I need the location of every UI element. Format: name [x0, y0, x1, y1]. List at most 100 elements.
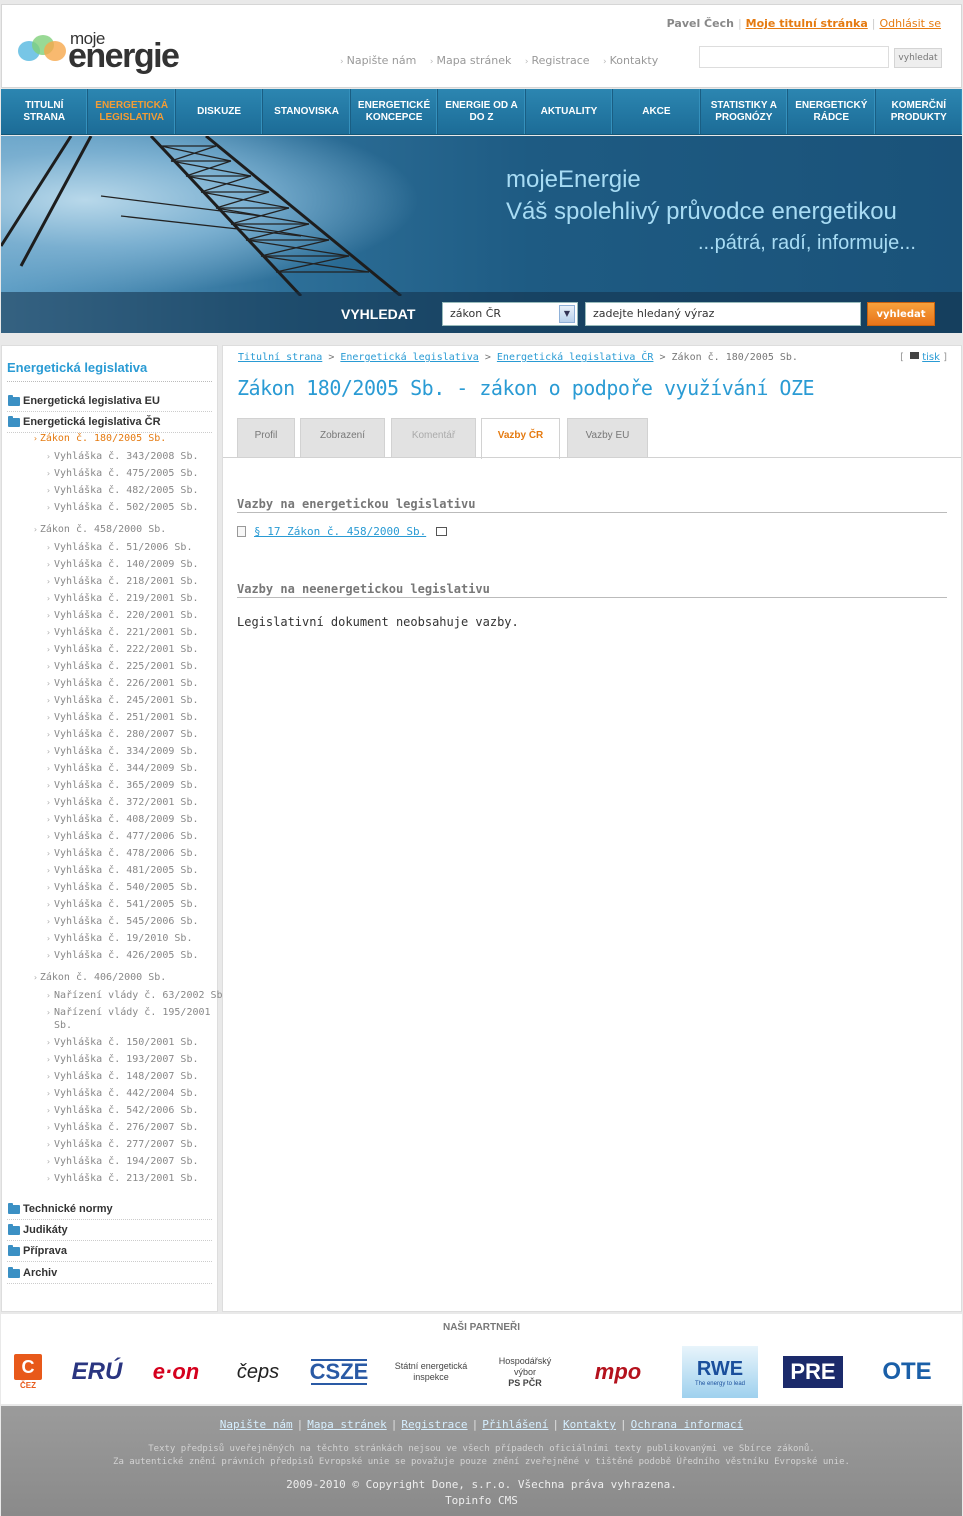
- sidebar-sublaw-item[interactable]: › Vyhláška č. 218/2001 Sb.: [46, 575, 199, 588]
- nav-item-advisor[interactable]: Energetický rádce: [788, 89, 876, 134]
- printer-icon[interactable]: [910, 352, 920, 359]
- open-detail-icon[interactable]: [436, 527, 448, 536]
- tab-comment[interactable]: Komentář: [391, 418, 476, 458]
- sidebar-category-archiv[interactable]: Archiv: [7, 1263, 212, 1284]
- top-link-register[interactable]: › Registrace: [525, 54, 590, 67]
- footer-link-register[interactable]: Registrace: [401, 1418, 467, 1431]
- sidebar-sublaw-item[interactable]: › Vyhláška č. 194/2007 Sb.: [46, 1155, 199, 1168]
- search-type-select[interactable]: zákon ČR ▼: [442, 302, 578, 326]
- print-link[interactable]: tisk: [922, 352, 940, 363]
- related-law-link[interactable]: § 17 Zákon č. 458/2000 Sb.: [254, 525, 426, 538]
- sidebar-sublaw-item[interactable]: › Vyhláška č. 19/2010 Sb.: [46, 932, 192, 945]
- footer-link-privacy[interactable]: Ochrana informací: [631, 1418, 744, 1431]
- sidebar-sublaw-item[interactable]: › Vyhláška č. 365/2009 Sb.: [46, 779, 199, 792]
- tab-display[interactable]: Zobrazení: [300, 418, 385, 458]
- nav-item-statistics[interactable]: Statistiky a prognózy: [701, 89, 789, 134]
- chevron-down-icon[interactable]: ▼: [559, 305, 575, 323]
- nav-item-events[interactable]: Akce: [613, 89, 701, 134]
- tab-links-cr[interactable]: Vazby ČR: [481, 418, 560, 459]
- sidebar-sublaw-item[interactable]: › Nařízení vlády č. 63/2002 Sb.: [46, 989, 229, 1002]
- header-search-button[interactable]: vyhledat: [894, 48, 942, 68]
- footer-link-login[interactable]: Přihlášení: [482, 1418, 548, 1431]
- sidebar-category-judikaty[interactable]: Judikáty: [7, 1220, 212, 1241]
- sidebar-sublaw-item[interactable]: › Vyhláška č. 150/2001 Sb.: [46, 1036, 199, 1049]
- banner-search-button[interactable]: vyhledat: [867, 302, 935, 326]
- sidebar-sublaw-item[interactable]: › Vyhláška č. 193/2007 Sb.: [46, 1053, 199, 1066]
- nav-item-news[interactable]: Aktuality: [526, 89, 614, 134]
- sidebar-sublaw-item[interactable]: › Vyhláška č. 334/2009 Sb.: [46, 745, 199, 758]
- sidebar-sublaw-item[interactable]: › Vyhláška č. 220/2001 Sb.: [46, 609, 199, 622]
- sidebar-sublaw-item[interactable]: › Vyhláška č. 372/2001 Sb.: [46, 796, 199, 809]
- nav-item-concepts[interactable]: Energetické koncepce: [351, 89, 439, 134]
- partner-logo-cez[interactable]: C ČEZ: [11, 1354, 45, 1390]
- partner-logo-eon[interactable]: e·on: [144, 1354, 208, 1390]
- nav-item-products[interactable]: Komerční produkty: [876, 89, 962, 134]
- sidebar-sublaw-item[interactable]: › Vyhláška č. 225/2001 Sb.: [46, 660, 199, 673]
- sidebar-sublaw-item[interactable]: › Vyhláška č. 542/2006 Sb.: [46, 1104, 199, 1117]
- sidebar-category-eu[interactable]: Energetická legislativa EU: [7, 391, 212, 412]
- partner-logo-hv[interactable]: Hospodářský výbor PS PČR: [489, 1354, 561, 1390]
- top-link-sitemap[interactable]: › Mapa stránek: [430, 54, 511, 67]
- sidebar-sublaw-item[interactable]: › Vyhláška č. 280/2007 Sb.: [46, 728, 199, 741]
- partner-logo-csze[interactable]: CSZE: [310, 1359, 368, 1385]
- partner-logo-rwe[interactable]: RWE The energy to lead: [682, 1346, 758, 1398]
- sidebar-sublaw-item[interactable]: › Vyhláška č. 213/2001 Sb.: [46, 1172, 199, 1185]
- top-link-contacts[interactable]: › Kontakty: [603, 54, 658, 67]
- sidebar-sublaw-item[interactable]: › Vyhláška č. 343/2008 Sb.: [46, 450, 199, 463]
- nav-item-legislation[interactable]: Energetická legislativa: [88, 89, 176, 134]
- my-homepage-link[interactable]: Moje titulní stránka: [746, 17, 868, 30]
- sidebar-sublaw-item[interactable]: › Vyhláška č. 442/2004 Sb.: [46, 1087, 199, 1100]
- sidebar-category-priprava[interactable]: Příprava: [7, 1241, 212, 1262]
- header-search-input[interactable]: [699, 46, 889, 68]
- sidebar-sublaw-item[interactable]: › Vyhláška č. 222/2001 Sb.: [46, 643, 199, 656]
- partner-logo-sei[interactable]: Státní energetická inspekce: [385, 1354, 477, 1390]
- sidebar-sublaw-item[interactable]: › Vyhláška č. 344/2009 Sb.: [46, 762, 199, 775]
- sidebar-sublaw-item[interactable]: › Vyhláška č. 226/2001 Sb.: [46, 677, 199, 690]
- breadcrumb-link[interactable]: Energetická legislativa ČR: [497, 352, 654, 363]
- sidebar-sublaw-item[interactable]: › Vyhláška č. 148/2007 Sb.: [46, 1070, 199, 1083]
- tab-links-eu[interactable]: Vazby EU: [567, 418, 648, 458]
- site-logo[interactable]: moje energie: [16, 27, 206, 79]
- breadcrumb-link[interactable]: Energetická legislativa: [340, 352, 478, 363]
- sidebar-sublaw-item[interactable]: › Vyhláška č. 251/2001 Sb.: [46, 711, 199, 724]
- sidebar-sublaw-item[interactable]: › Vyhláška č. 51/2006 Sb.: [46, 541, 192, 554]
- sidebar-sublaw-item[interactable]: › Vyhláška č. 276/2007 Sb.: [46, 1121, 199, 1134]
- footer-link-sitemap[interactable]: Mapa stránek: [307, 1418, 386, 1431]
- sidebar-sublaw-item[interactable]: › Vyhláška č. 481/2005 Sb.: [46, 864, 199, 877]
- partner-logo-eru[interactable]: ERÚ: [67, 1354, 127, 1390]
- sidebar-sublaw-item[interactable]: › Vyhláška č. 277/2007 Sb.: [46, 1138, 199, 1151]
- sidebar-category-cr[interactable]: Energetická legislativa ČR: [7, 412, 212, 433]
- tab-profile[interactable]: Profil: [237, 418, 295, 458]
- sidebar-sublaw-item[interactable]: › Vyhláška č. 140/2009 Sb.: [46, 558, 199, 571]
- nav-item-home[interactable]: Titulní strana: [1, 89, 89, 134]
- sidebar-law-item[interactable]: › Zákon č. 406/2000 Sb.: [33, 972, 166, 983]
- sidebar-sublaw-item[interactable]: › Vyhláška č. 245/2001 Sb.: [46, 694, 199, 707]
- partner-logo-ceps[interactable]: čeps: [227, 1354, 289, 1390]
- breadcrumb-link[interactable]: Titulní strana: [238, 352, 322, 363]
- sidebar-sublaw-item[interactable]: › Vyhláška č. 219/2001 Sb.: [46, 592, 199, 605]
- top-link-write[interactable]: › Napište nám: [340, 54, 416, 67]
- sidebar-sublaw-item[interactable]: › Vyhláška č. 541/2005 Sb.: [46, 898, 199, 911]
- sidebar-sublaw-item[interactable]: › Nařízení vlády č. 195/2001 Sb.: [46, 1006, 214, 1032]
- sidebar-sublaw-item[interactable]: › Vyhláška č. 482/2005 Sb.: [46, 484, 199, 497]
- sidebar-sublaw-item[interactable]: › Vyhláška č. 477/2006 Sb.: [46, 830, 199, 843]
- nav-item-opinions[interactable]: Stanoviska: [263, 89, 351, 134]
- sidebar-sublaw-item[interactable]: › Vyhláška č. 540/2005 Sb.: [46, 881, 199, 894]
- nav-item-discussion[interactable]: Diskuze: [176, 89, 264, 134]
- partner-logo-ote[interactable]: OTE: [867, 1354, 947, 1390]
- sidebar-sublaw-item[interactable]: › Vyhláška č. 545/2006 Sb.: [46, 915, 199, 928]
- partner-logo-mpo[interactable]: mpo: [575, 1354, 661, 1390]
- banner-search-input[interactable]: zadejte hledaný výraz: [585, 302, 861, 326]
- sidebar-law-item[interactable]: › Zákon č. 458/2000 Sb.: [33, 524, 166, 535]
- logout-link[interactable]: Odhlásit se: [879, 17, 941, 30]
- sidebar-law-item[interactable]: › Zákon č. 180/2005 Sb.: [33, 433, 166, 444]
- partner-logo-pre[interactable]: PRE: [783, 1356, 843, 1388]
- sidebar-sublaw-item[interactable]: › Vyhláška č. 502/2005 Sb.: [46, 501, 199, 514]
- sidebar-sublaw-item[interactable]: › Vyhláška č. 408/2009 Sb.: [46, 813, 199, 826]
- sidebar-sublaw-item[interactable]: › Vyhláška č. 426/2005 Sb.: [46, 949, 199, 962]
- sidebar-sublaw-item[interactable]: › Vyhláška č. 475/2005 Sb.: [46, 467, 199, 480]
- footer-link-write[interactable]: Napište nám: [220, 1418, 293, 1431]
- sidebar-category-norms[interactable]: Technické normy: [7, 1199, 212, 1220]
- sidebar-sublaw-item[interactable]: › Vyhláška č. 221/2001 Sb.: [46, 626, 199, 639]
- footer-link-contacts[interactable]: Kontakty: [563, 1418, 616, 1431]
